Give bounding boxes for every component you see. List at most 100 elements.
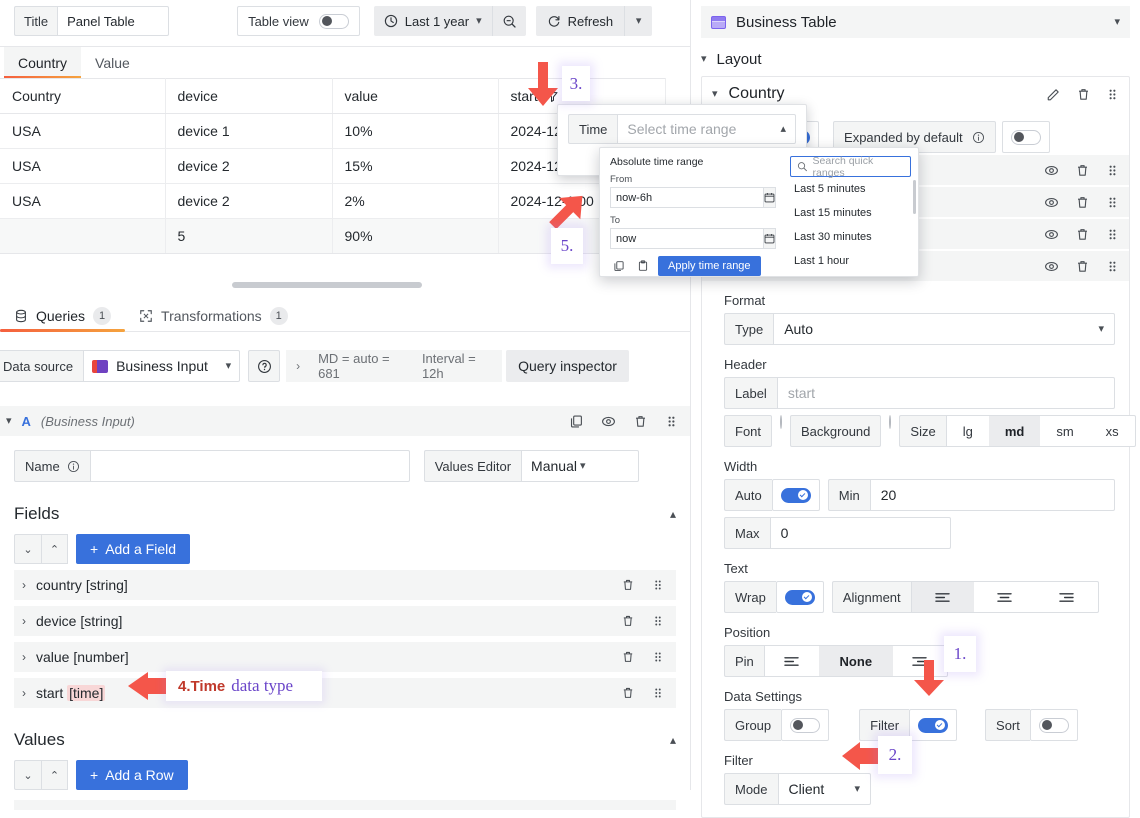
drag-handle-icon[interactable] [652,614,664,628]
expanded-by-default-toggle[interactable] [1011,130,1041,145]
trash-icon[interactable] [1076,87,1091,102]
trash-icon[interactable] [633,414,648,429]
query-inspector-button[interactable]: Query inspector [506,350,629,382]
field-row-device[interactable]: › device [string] [14,606,676,636]
text-wrap-toggle[interactable] [785,590,815,605]
from-calendar-button[interactable] [763,187,776,208]
hide-response-icon[interactable] [601,414,616,429]
chevron-down-icon[interactable]: ▾ [701,54,707,65]
size-option-lg[interactable]: lg [947,416,989,446]
trash-icon[interactable] [1075,227,1090,242]
quick-range-item[interactable]: Last 15 minutes [790,201,911,225]
filter-mode-select[interactable]: Client ▾ [778,773,871,805]
column-header-country[interactable]: Country [0,79,165,114]
table-horizontal-scrollbar[interactable] [232,282,422,288]
chevron-right-icon[interactable]: › [22,650,26,664]
zoom-out-button[interactable] [492,6,526,36]
refresh-button[interactable]: Refresh [536,6,625,36]
background-color-swatch[interactable] [889,415,891,429]
header-label-input[interactable]: start [777,377,1115,409]
drag-handle-icon[interactable] [652,686,664,700]
chevron-right-icon[interactable]: › [22,686,26,700]
field-row-start[interactable]: › start [time] [14,678,676,708]
width-max-input[interactable]: 0 [770,517,951,549]
field-row-value[interactable]: › value [number] [14,642,676,672]
collapse-all-fields-button[interactable]: ⌄ [14,534,41,564]
width-auto-toggle[interactable] [781,488,811,503]
field-row-country[interactable]: › country [string] [14,570,676,600]
chevron-right-icon[interactable]: › [22,614,26,628]
values-editor-select[interactable]: Manual ▾ [521,450,639,482]
quick-range-item[interactable]: Last 3 hours [790,273,911,277]
filter-toggle-box[interactable] [909,709,957,741]
width-min-input[interactable]: 20 [870,479,1115,511]
chevron-up-icon[interactable]: ▴ [670,507,676,521]
align-center-button[interactable] [974,582,1036,612]
table-view-group[interactable]: Table view [237,6,360,36]
drag-handle-icon[interactable] [1106,227,1119,242]
from-input[interactable] [610,187,763,208]
datasource-help-button[interactable] [248,350,280,382]
trash-icon[interactable] [621,578,635,592]
expand-all-rows-button[interactable]: ⌃ [41,760,68,790]
copy-icon[interactable] [610,257,628,275]
group-toggle-box[interactable] [781,709,829,741]
visualization-picker[interactable]: Business Table ▾ [701,6,1130,38]
font-color-swatch[interactable] [780,415,782,429]
values-section-header[interactable]: Values ▴ [14,730,676,750]
time-range-select[interactable]: Select time range ▴ [617,114,796,144]
chevron-right-icon[interactable]: › [22,578,26,592]
layout-group-header[interactable]: ▾ Layout [691,48,1140,70]
title-input[interactable]: Panel Table [57,6,169,36]
time-range-picker-button[interactable]: Last 1 year ▾ [374,6,492,36]
duplicate-icon[interactable] [569,414,584,429]
apply-time-range-button[interactable]: Apply time range [658,256,761,276]
pin-left-button[interactable] [765,646,819,676]
column-header-value[interactable]: value [332,79,498,114]
drag-handle-icon[interactable] [1106,87,1119,102]
filter-toggle[interactable] [918,718,948,733]
sort-toggle-box[interactable] [1030,709,1078,741]
quick-range-item[interactable]: Last 30 minutes [790,225,911,249]
trash-icon[interactable] [1075,259,1090,274]
drag-handle-icon[interactable] [665,414,678,429]
edit-icon[interactable] [1046,87,1061,102]
chevron-down-icon[interactable]: ▾ [1114,17,1120,28]
data-source-picker[interactable]: Business Input ▾ [83,350,240,382]
tab-transformations[interactable]: Transformations 1 [125,300,302,331]
trash-icon[interactable] [621,650,635,664]
to-calendar-button[interactable] [763,228,776,249]
eye-icon[interactable] [1044,195,1059,210]
chevron-down-icon[interactable]: ▾ [712,89,718,100]
pin-none-button[interactable]: None [819,646,893,676]
sort-toggle[interactable] [1039,718,1069,733]
quick-range-item[interactable]: Last 5 minutes [790,177,911,201]
query-options-summary[interactable]: › MD = auto = 681 Interval = 12h [286,350,502,382]
size-option-md[interactable]: md [989,416,1041,446]
drag-handle-icon[interactable] [1106,259,1119,274]
quick-ranges-scrollbar[interactable] [913,180,916,214]
drag-handle-icon[interactable] [652,650,664,664]
quick-range-item[interactable]: Last 1 hour [790,249,911,273]
text-wrap-toggle-box[interactable] [776,581,824,613]
trash-icon[interactable] [1075,195,1090,210]
table-view-toggle[interactable] [319,14,349,29]
align-left-button[interactable] [912,582,974,612]
format-type-select[interactable]: Auto ▾ [773,313,1115,345]
collapse-all-rows-button[interactable]: ⌄ [14,760,41,790]
info-icon[interactable] [972,131,985,144]
size-option-xs[interactable]: xs [1090,416,1135,446]
width-auto-toggle-box[interactable] [772,479,820,511]
group-toggle[interactable] [790,718,820,733]
chevron-up-icon[interactable]: ▴ [670,733,676,747]
expanded-by-default-toggle-box[interactable] [1002,121,1050,153]
fields-section-header[interactable]: Fields ▴ [14,504,676,524]
drag-handle-icon[interactable] [652,578,664,592]
size-option-sm[interactable]: sm [1040,416,1089,446]
chevron-down-icon[interactable]: ▾ [6,416,12,427]
to-input[interactable] [610,228,763,249]
tab-queries[interactable]: Queries 1 [0,300,125,331]
eye-icon[interactable] [1044,227,1059,242]
query-name-input[interactable] [90,450,410,482]
trash-icon[interactable] [1075,163,1090,178]
